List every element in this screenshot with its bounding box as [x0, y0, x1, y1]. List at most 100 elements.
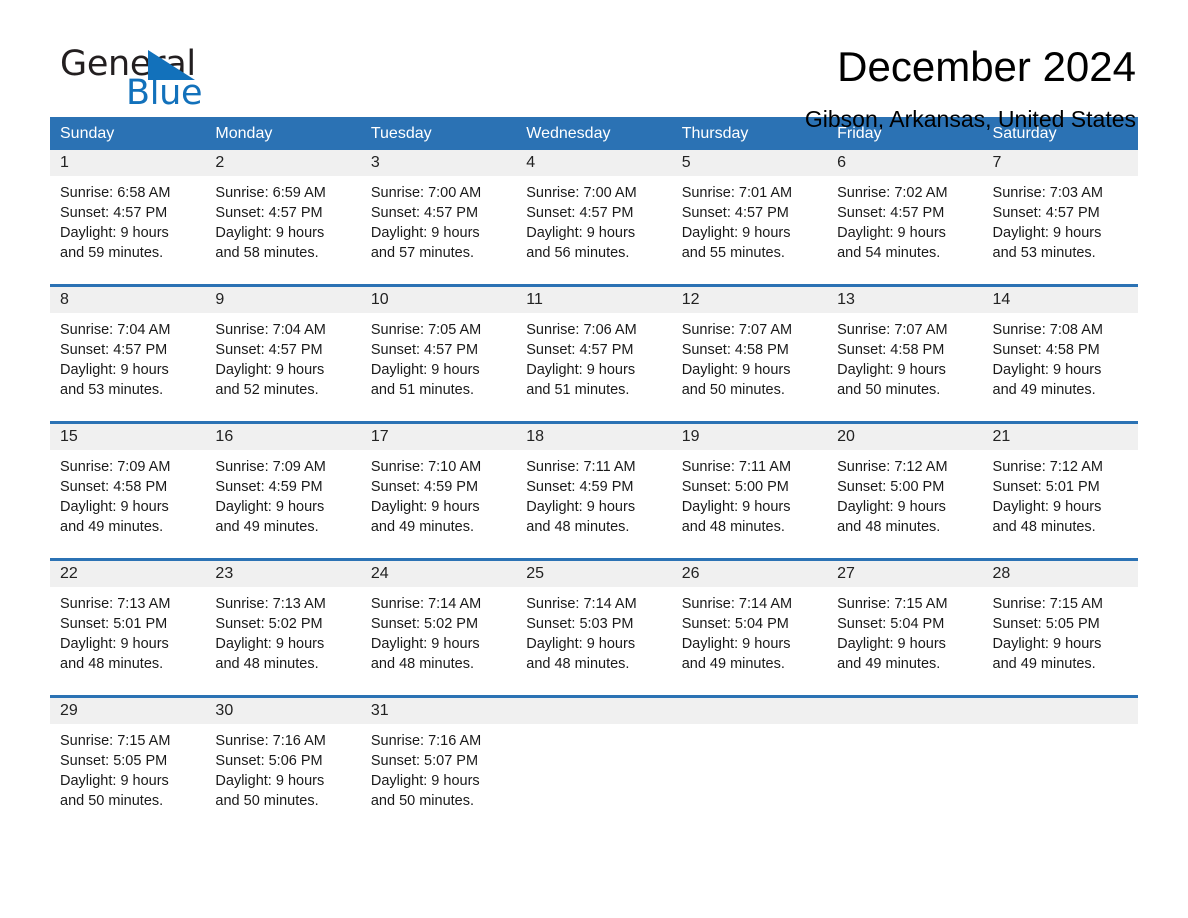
weekday-header-wednesday: Wednesday: [526, 125, 611, 142]
day-cell[interactable]: 26 Sunrise: 7:14 AM Sunset: 5:04 PM Dayl…: [671, 561, 828, 683]
day-number: 13: [827, 287, 983, 313]
daylight-text-line2: and 56 minutes.: [526, 245, 630, 261]
day-cell[interactable]: 15 Sunrise: 7:09 AM Sunset: 4:58 PM Dayl…: [50, 424, 206, 546]
day-details: Sunrise: 7:00 AM Sunset: 4:57 PM Dayligh…: [361, 176, 516, 272]
daylight-text-line1: Daylight: 9 hours: [215, 773, 325, 789]
day-cell-empty: [827, 698, 983, 820]
daylight-text-line1: Daylight: 9 hours: [215, 225, 325, 241]
day-details: [672, 724, 827, 820]
day-cell[interactable]: 19 Sunrise: 7:11 AM Sunset: 5:00 PM Dayl…: [671, 424, 828, 546]
day-cell[interactable]: 2 Sunrise: 6:59 AM Sunset: 4:57 PM Dayli…: [205, 150, 361, 272]
day-details: Sunrise: 7:00 AM Sunset: 4:57 PM Dayligh…: [516, 176, 671, 272]
day-cell[interactable]: 8 Sunrise: 7:04 AM Sunset: 4:57 PM Dayli…: [50, 287, 206, 409]
day-details: Sunrise: 7:09 AM Sunset: 4:58 PM Dayligh…: [50, 450, 205, 546]
daylight-text-line2: and 51 minutes.: [370, 382, 475, 398]
daylight-text-line2: and 53 minutes.: [60, 382, 164, 398]
day-cell[interactable]: 7 Sunrise: 7:03 AM Sunset: 4:57 PM Dayli…: [982, 150, 1138, 272]
daylight-text-line2: and 57 minutes.: [370, 245, 475, 261]
day-cell[interactable]: 1 Sunrise: 6:58 AM Sunset: 4:57 PM Dayli…: [50, 150, 206, 272]
day-cell[interactable]: 22 Sunrise: 7:13 AM Sunset: 5:01 PM Dayl…: [50, 561, 206, 683]
day-number: 22: [50, 561, 206, 587]
sunrise-text: Sunrise: 7:00 AM: [526, 185, 637, 201]
daylight-text-line2: and 52 minutes.: [215, 382, 319, 398]
day-cell[interactable]: 25 Sunrise: 7:14 AM Sunset: 5:03 PM Dayl…: [516, 561, 672, 683]
daylight-text-line2: and 48 minutes.: [526, 519, 630, 535]
day-number: 2: [205, 150, 361, 176]
daylight-text-line1: Daylight: 9 hours: [526, 225, 636, 241]
day-number: 15: [50, 424, 206, 450]
daylight-text-line1: Daylight: 9 hours: [837, 225, 946, 241]
sunrise-text: Sunrise: 7:11 AM: [526, 459, 636, 475]
day-cell[interactable]: 17 Sunrise: 7:10 AM Sunset: 4:59 PM Dayl…: [360, 424, 517, 546]
day-details: Sunrise: 7:11 AM Sunset: 5:00 PM Dayligh…: [672, 450, 827, 546]
weekday-header-thursday: Thursday: [681, 125, 749, 142]
day-cell[interactable]: 20 Sunrise: 7:12 AM Sunset: 5:00 PM Dayl…: [827, 424, 983, 546]
day-cell[interactable]: 3 Sunrise: 7:00 AM Sunset: 4:57 PM Dayli…: [360, 150, 517, 272]
day-details: Sunrise: 7:14 AM Sunset: 5:02 PM Dayligh…: [361, 587, 516, 683]
day-details: Sunrise: 7:02 AM Sunset: 4:57 PM Dayligh…: [827, 176, 982, 272]
daylight-text-line2: and 49 minutes.: [681, 656, 785, 672]
week-row: 1 Sunrise: 6:58 AM Sunset: 4:57 PM Dayli…: [50, 150, 1138, 272]
sunset-text: Sunset: 4:58 PM: [60, 479, 168, 495]
day-number: 10: [360, 287, 517, 313]
day-cell[interactable]: 13 Sunrise: 7:07 AM Sunset: 4:58 PM Dayl…: [827, 287, 983, 409]
day-cell[interactable]: 12 Sunrise: 7:07 AM Sunset: 4:58 PM Dayl…: [671, 287, 828, 409]
daylight-text-line1: Daylight: 9 hours: [60, 225, 169, 241]
day-details: Sunrise: 7:13 AM Sunset: 5:02 PM Dayligh…: [205, 587, 360, 683]
day-number: 5: [671, 150, 828, 176]
daylight-text-line2: and 49 minutes.: [992, 656, 1096, 672]
general-blue-logo: General Blue: [50, 42, 255, 114]
day-cell[interactable]: 21 Sunrise: 7:12 AM Sunset: 5:01 PM Dayl…: [982, 424, 1138, 546]
day-cell[interactable]: 29 Sunrise: 7:15 AM Sunset: 5:05 PM Dayl…: [50, 698, 206, 820]
day-cell[interactable]: 5 Sunrise: 7:01 AM Sunset: 4:57 PM Dayli…: [671, 150, 828, 272]
day-number: 6: [827, 150, 983, 176]
sunrise-text: Sunrise: 7:01 AM: [681, 185, 793, 201]
sunrise-text: Sunrise: 7:07 AM: [837, 322, 948, 338]
sunset-text: Sunset: 5:05 PM: [60, 753, 168, 769]
day-cell[interactable]: 24 Sunrise: 7:14 AM Sunset: 5:02 PM Dayl…: [360, 561, 517, 683]
day-cell[interactable]: 14 Sunrise: 7:08 AM Sunset: 4:58 PM Dayl…: [982, 287, 1138, 409]
sunset-text: Sunset: 5:00 PM: [837, 479, 945, 495]
day-cell[interactable]: 30 Sunrise: 7:16 AM Sunset: 5:06 PM Dayl…: [205, 698, 361, 820]
day-cell[interactable]: 28 Sunrise: 7:15 AM Sunset: 5:05 PM Dayl…: [982, 561, 1138, 683]
sunset-text: Sunset: 4:57 PM: [526, 205, 634, 221]
daylight-text-line2: and 48 minutes.: [992, 519, 1096, 535]
day-number: [827, 698, 983, 724]
sunrise-text: Sunrise: 7:05 AM: [370, 322, 482, 338]
daylight-text-line2: and 51 minutes.: [526, 382, 630, 398]
day-cell[interactable]: 31 Sunrise: 7:16 AM Sunset: 5:07 PM Dayl…: [360, 698, 517, 820]
sunset-text: Sunset: 5:04 PM: [837, 616, 945, 632]
day-number: 14: [982, 287, 1138, 313]
day-details: Sunrise: 7:03 AM Sunset: 4:57 PM Dayligh…: [983, 176, 1138, 272]
daylight-text-line1: Daylight: 9 hours: [681, 225, 791, 241]
day-details: Sunrise: 7:15 AM Sunset: 5:05 PM Dayligh…: [983, 587, 1138, 683]
day-number: 20: [827, 424, 983, 450]
day-cell[interactable]: 10 Sunrise: 7:05 AM Sunset: 4:57 PM Dayl…: [360, 287, 517, 409]
weekday-header-saturday: Saturday: [992, 125, 1057, 142]
day-details: Sunrise: 7:04 AM Sunset: 4:57 PM Dayligh…: [205, 313, 360, 409]
day-cell[interactable]: 27 Sunrise: 7:15 AM Sunset: 5:04 PM Dayl…: [827, 561, 983, 683]
daylight-text-line1: Daylight: 9 hours: [215, 499, 325, 515]
day-cell[interactable]: 16 Sunrise: 7:09 AM Sunset: 4:59 PM Dayl…: [205, 424, 361, 546]
sunset-text: Sunset: 5:01 PM: [60, 616, 168, 632]
day-cell[interactable]: 23 Sunrise: 7:13 AM Sunset: 5:02 PM Dayl…: [205, 561, 361, 683]
day-details: Sunrise: 7:14 AM Sunset: 5:03 PM Dayligh…: [516, 587, 671, 683]
day-cell[interactable]: 11 Sunrise: 7:06 AM Sunset: 4:57 PM Dayl…: [516, 287, 672, 409]
day-details: Sunrise: 7:12 AM Sunset: 5:01 PM Dayligh…: [983, 450, 1138, 546]
day-cell[interactable]: 4 Sunrise: 7:00 AM Sunset: 4:57 PM Dayli…: [516, 150, 672, 272]
sunset-text: Sunset: 4:57 PM: [60, 205, 168, 221]
sunrise-text: Sunrise: 7:14 AM: [370, 596, 482, 612]
day-cell[interactable]: 9 Sunrise: 7:04 AM Sunset: 4:57 PM Dayli…: [205, 287, 361, 409]
day-cell[interactable]: 6 Sunrise: 7:02 AM Sunset: 4:57 PM Dayli…: [827, 150, 983, 272]
day-cell[interactable]: 18 Sunrise: 7:11 AM Sunset: 4:59 PM Dayl…: [516, 424, 672, 546]
day-number: 24: [360, 561, 517, 587]
day-details: Sunrise: 7:09 AM Sunset: 4:59 PM Dayligh…: [205, 450, 360, 546]
daylight-text-line1: Daylight: 9 hours: [370, 773, 480, 789]
sunrise-text: Sunrise: 7:14 AM: [526, 596, 637, 612]
day-number: 26: [671, 561, 828, 587]
sunset-text: Sunset: 4:57 PM: [681, 205, 789, 221]
daylight-text-line2: and 53 minutes.: [992, 245, 1096, 261]
sunset-text: Sunset: 4:57 PM: [215, 205, 323, 221]
daylight-text-line1: Daylight: 9 hours: [837, 362, 946, 378]
sunset-text: Sunset: 5:07 PM: [370, 753, 479, 769]
